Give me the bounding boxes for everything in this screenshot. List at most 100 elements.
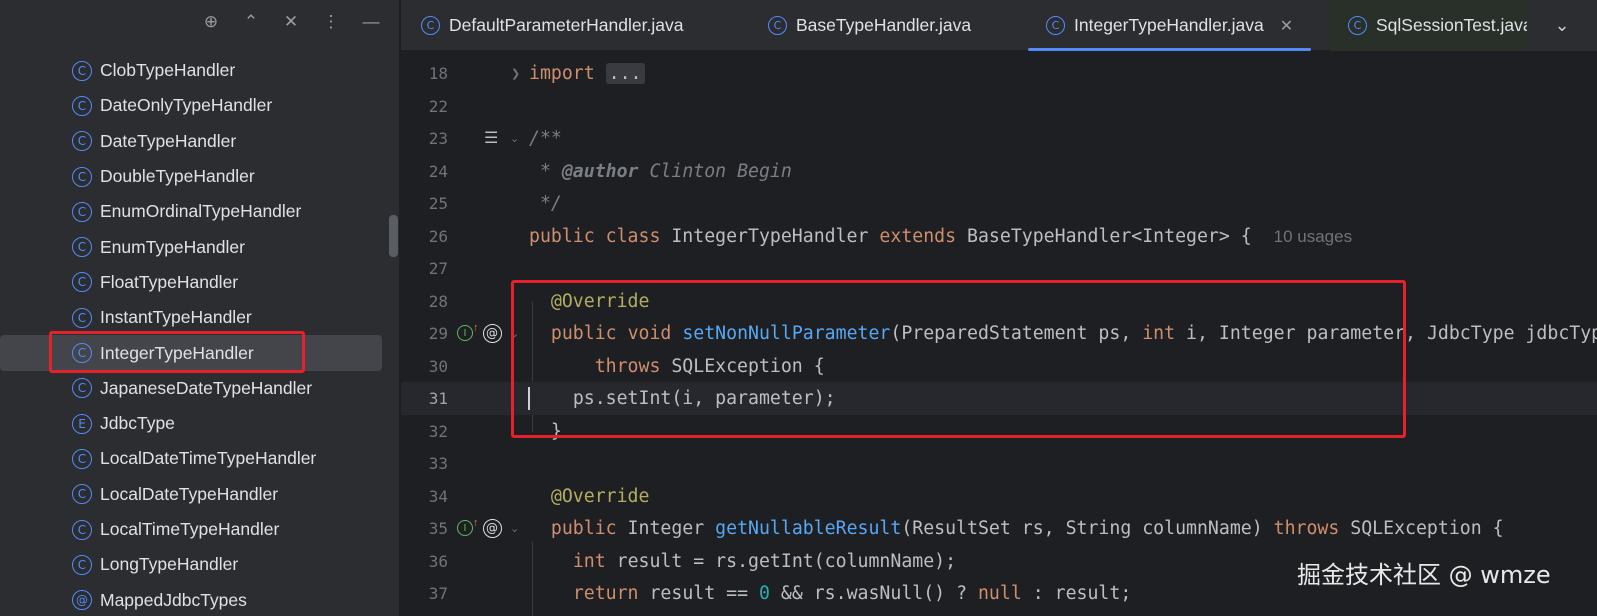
tab-default-parameter-handler[interactable]: C DefaultParameterHandler.java	[421, 0, 683, 51]
code-token: BaseTypeHandler<Integer> {	[967, 225, 1252, 247]
tree-item[interactable]: C LongTypeHandler	[0, 547, 399, 582]
code-token: SQLException {	[1339, 517, 1504, 539]
code-line-35: 35 I ↑ @ ⌄ public Integer getNullableResu…	[401, 512, 1597, 545]
code-token: result = rs.getInt(columnName);	[605, 550, 957, 572]
tree-item-label: MappedJdbcTypes	[100, 589, 247, 610]
code-token: @Override	[550, 290, 650, 312]
class-icon: C	[72, 554, 92, 575]
tree-item[interactable]: C LocalTimeTypeHandler	[0, 512, 399, 547]
tab-label: IntegerTypeHandler.java	[1074, 15, 1264, 35]
tree-item-label: DateTypeHandler	[100, 130, 237, 151]
code-token: null	[977, 582, 1022, 604]
code-token: extends	[879, 225, 957, 247]
line-number: 28	[428, 291, 448, 311]
tab-integer-type-handler[interactable]: C IntegerTypeHandler.java ✕	[1028, 0, 1312, 51]
fold-chevron-icon[interactable]: ⌄	[510, 522, 519, 535]
code-line-31-current: 31 ps.setInt(i, parameter);	[401, 382, 1597, 415]
collapse-icon[interactable]: ✕	[281, 12, 301, 32]
class-icon: C	[72, 201, 92, 222]
hide-icon[interactable]: —	[361, 12, 381, 32]
override-arrow-icon: ↑	[473, 517, 479, 530]
tree-item-label: EnumTypeHandler	[100, 236, 245, 257]
tab-sql-session-test[interactable]: C SqlSessionTest.java	[1330, 0, 1540, 51]
tab-label: BaseTypeHandler.java	[796, 15, 972, 35]
sidebar-scrollbar[interactable]	[389, 215, 398, 257]
class-icon: C	[72, 131, 92, 152]
code-token: */	[529, 192, 562, 214]
project-panel-toolbar: ⊕ ⌃ ✕ ⋮ —	[201, 8, 381, 36]
expand-icon[interactable]: ⌃	[241, 12, 261, 32]
tree-item[interactable]: C DoubleTypeHandler	[0, 159, 399, 194]
tree-item[interactable]: C LocalDateTypeHandler	[0, 477, 399, 512]
class-icon: C	[72, 95, 92, 116]
code-token: Clinton Begin	[638, 160, 792, 182]
annotation-icon[interactable]: @	[482, 323, 502, 343]
tree-item[interactable]: C JapaneseDateTypeHandler	[0, 371, 399, 406]
code-token: (ResultSet rs, String columnName)	[901, 517, 1274, 539]
code-line-30: 30 throws SQLException {	[401, 350, 1597, 383]
project-tree: C ClobTypeHandler C DateOnlyTypeHandler C Dat…	[0, 53, 399, 616]
tree-item-label: EnumOrdinalTypeHandler	[100, 201, 302, 222]
code-token: SQLException {	[660, 355, 825, 377]
line-number: 37	[428, 583, 448, 603]
code-token: int	[572, 550, 606, 572]
code-token: public	[550, 517, 617, 539]
class-icon: C	[72, 343, 92, 364]
code-token: throws	[594, 355, 661, 377]
fold-chevron-icon[interactable]: ❯	[511, 67, 520, 80]
line-number: 30	[428, 356, 448, 376]
implementation-icon[interactable]: I	[457, 325, 473, 342]
tree-item-label: LongTypeHandler	[100, 554, 239, 575]
code-line-32: 32 }	[401, 415, 1597, 448]
tree-item[interactable]: C EnumOrdinalTypeHandler	[0, 194, 399, 229]
code-token: *	[529, 160, 562, 182]
code-line-26: 26 public class IntegerTypeHandler exten…	[401, 220, 1597, 253]
implementation-icon[interactable]: I	[457, 520, 473, 537]
line-number: 25	[428, 193, 448, 213]
line-number: 29	[428, 323, 448, 343]
tree-item[interactable]: C IntegerTypeHandler	[0, 335, 382, 371]
reader-mode-icon[interactable]: ☰	[484, 128, 498, 148]
chevron-down-icon[interactable]: ⌄	[1527, 0, 1597, 51]
tree-item[interactable]: C DateTypeHandler	[0, 124, 399, 159]
class-icon: C	[72, 519, 92, 540]
tree-item[interactable]: @ MappedJdbcTypes	[0, 582, 399, 616]
tree-item[interactable]: C LocalDateTimeTypeHandler	[0, 441, 399, 476]
code-line-27: 27	[401, 252, 1597, 285]
folded-region[interactable]: ...	[605, 62, 645, 84]
tab-base-type-handler[interactable]: C BaseTypeHandler.java	[768, 0, 971, 51]
tree-item-label: FloatTypeHandler	[100, 271, 239, 292]
tree-item[interactable]: C ClobTypeHandler	[0, 53, 399, 88]
tree-item[interactable]: C FloatTypeHandler	[0, 265, 399, 300]
tree-item-label: InstantTypeHandler	[100, 307, 252, 328]
enum-icon: E	[72, 413, 92, 434]
line-number: 34	[428, 486, 448, 506]
line-number: 27	[428, 258, 448, 278]
code-line-33: 33	[401, 447, 1597, 480]
tree-item[interactable]: C DateOnlyTypeHandler	[0, 88, 399, 123]
usages-hint[interactable]: 10 usages	[1274, 227, 1352, 246]
more-options-icon[interactable]: ⋮	[321, 12, 341, 32]
tree-item[interactable]: C InstantTypeHandler	[0, 300, 399, 335]
class-icon: C	[72, 272, 92, 293]
code-token: void	[627, 322, 672, 344]
code-line-24: 24 * @author Clinton Begin	[401, 155, 1597, 188]
close-icon[interactable]: ✕	[1280, 16, 1293, 36]
class-icon: C	[421, 16, 440, 35]
tab-label: DefaultParameterHandler.java	[449, 15, 684, 35]
code-token: return	[572, 582, 639, 604]
fold-chevron-icon[interactable]: ⌄	[510, 327, 519, 340]
locate-icon[interactable]: ⊕	[201, 12, 221, 32]
tree-item[interactable]: E JdbcType	[0, 406, 399, 441]
annotation-icon[interactable]: @	[482, 518, 502, 538]
class-icon: C	[768, 16, 787, 35]
tree-item-label: LocalTimeTypeHandler	[100, 519, 280, 539]
fold-chevron-icon[interactable]: ⌄	[510, 132, 519, 145]
code-line-28: 28 @Override	[401, 285, 1597, 318]
tree-item[interactable]: C EnumTypeHandler	[0, 229, 399, 264]
class-icon: C	[72, 448, 92, 469]
code-token: /**	[529, 127, 562, 149]
code-token: : result;	[1021, 582, 1132, 604]
tab-label: SqlSessionTest.java	[1376, 15, 1533, 35]
code-editor[interactable]: 18 ❯ import ... 22 23 ☰ ⌄ /** 24 * @auth…	[401, 52, 1597, 616]
